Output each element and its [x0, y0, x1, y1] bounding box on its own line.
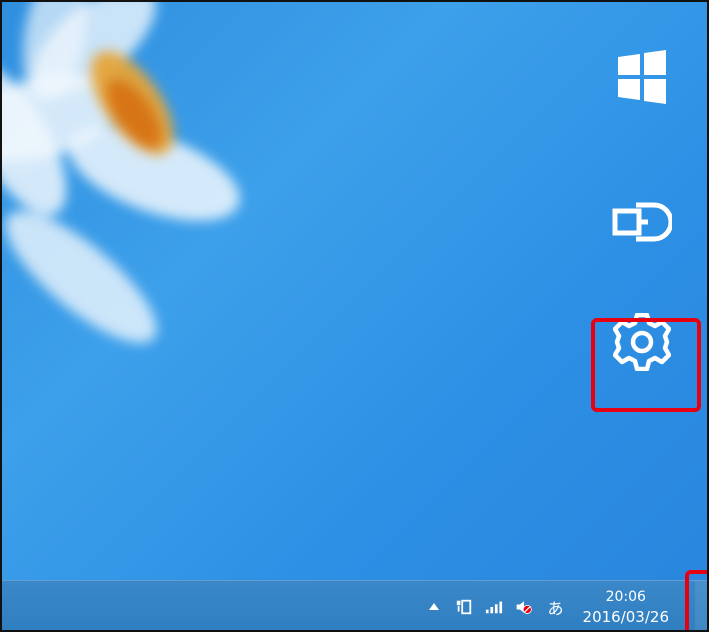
flower-wallpaper-image: [2, 2, 240, 343]
windows-logo-icon: [607, 42, 677, 112]
screen-frame: あ 20:06 2016/03/26: [0, 0, 709, 632]
volume-muted-icon[interactable]: [515, 598, 533, 616]
charm-settings[interactable]: [577, 297, 707, 387]
ime-indicator[interactable]: あ: [545, 595, 567, 619]
charm-start[interactable]: [577, 32, 707, 122]
desktop[interactable]: [2, 2, 707, 580]
clock-date: 2016/03/26: [582, 608, 669, 626]
clock-time: 20:06: [605, 589, 646, 605]
caret-up-icon[interactable]: [425, 598, 443, 616]
network-icon[interactable]: [455, 598, 473, 616]
clock[interactable]: 20:06 2016/03/26: [579, 587, 669, 627]
taskbar: あ 20:06 2016/03/26: [2, 580, 707, 630]
devices-icon: [607, 187, 677, 257]
charms-bar: [577, 2, 707, 580]
show-desktop-button[interactable]: [695, 581, 707, 630]
gear-icon: [607, 307, 677, 377]
charm-devices[interactable]: [577, 177, 707, 267]
signal-bars-icon[interactable]: [485, 598, 503, 616]
system-tray: あ 20:06 2016/03/26: [425, 581, 669, 630]
